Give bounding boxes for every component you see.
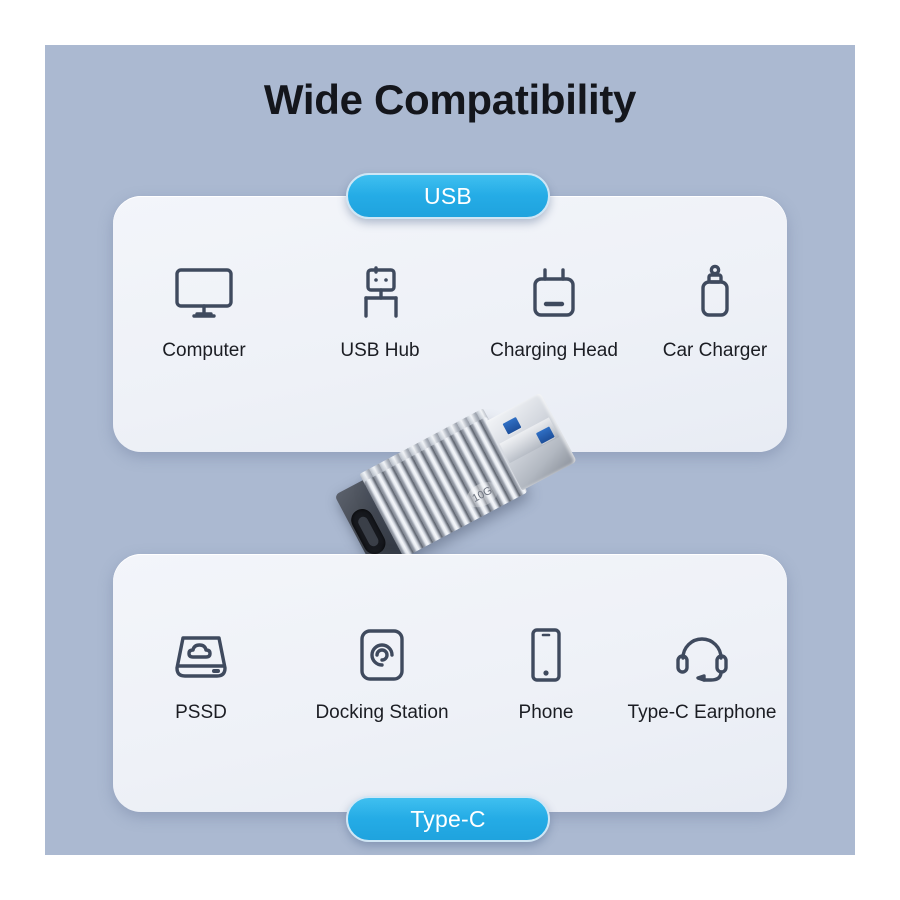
monitor-icon [172,262,236,322]
usb-connector-icon [350,262,410,322]
device-item-docking-station: Docking Station [289,624,475,724]
device-item-car-charger: Car Charger [643,262,787,362]
device-label: Phone [518,702,574,723]
device-label: Docking Station [315,702,449,723]
device-item-phone: Phone [475,624,617,724]
device-item-computer: Computer [113,262,295,362]
typec-section-badge: Type-C [346,796,550,842]
adapter-body: 10G [334,392,577,577]
device-label: PSSD [175,702,227,723]
device-item-usb-hub: USB Hub [295,262,465,362]
docking-station-icon [354,624,410,684]
wall-charger-icon [524,262,584,322]
device-label: Charging Head [490,340,618,361]
page-title: Wide Compatibility [263,76,637,123]
infographic-canvas: Wide Compatibility USB Computer USB Hub … [0,0,900,900]
usb-device-row: Computer USB Hub Charging Head Car Charg… [113,262,787,362]
device-item-typec-earphone: Type-C Earphone [617,624,787,724]
car-charger-icon [692,262,738,322]
headset-icon [671,624,733,684]
portable-ssd-cloud-icon [170,624,232,684]
usb-section-badge: USB [346,173,550,219]
device-label: USB Hub [340,340,420,361]
device-item-pssd: PSSD [113,624,289,724]
device-label: Computer [162,340,246,361]
device-label: Type-C Earphone [627,702,777,723]
typec-device-row: PSSD Docking Station Phone Type-C Earpho… [113,624,787,724]
device-item-charging-head: Charging Head [465,262,643,362]
smartphone-icon [525,624,567,684]
device-label: Car Charger [662,340,768,361]
